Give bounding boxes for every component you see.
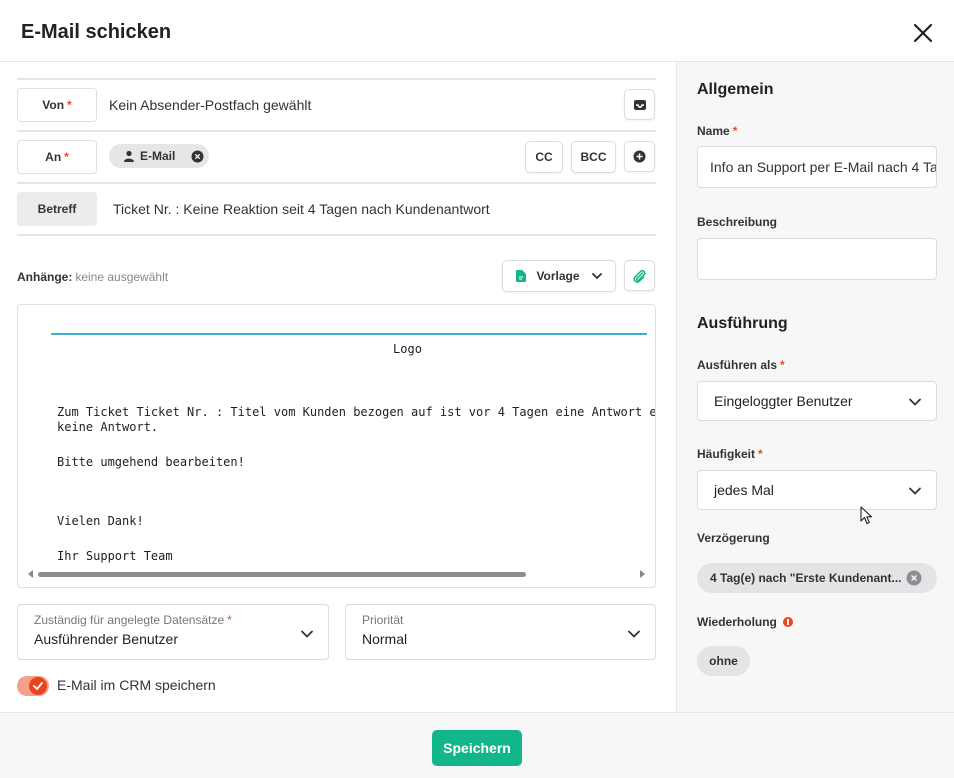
priority-select[interactable]: Priorität Normal — [345, 604, 656, 660]
delay-label: Verzögerung — [697, 531, 770, 545]
repeat-chip[interactable]: ohne — [697, 646, 750, 676]
run-as-select[interactable]: Eingeloggter Benutzer — [697, 381, 937, 421]
priority-caption: Priorität — [362, 613, 404, 627]
template-header-line — [51, 333, 647, 335]
mouse-cursor-icon — [860, 506, 873, 525]
frequency-select[interactable]: jedes Mal — [697, 470, 937, 510]
delay-chip[interactable]: 4 Tag(e) nach "Erste Kundenant... — [697, 563, 937, 593]
chevron-down-icon — [628, 630, 640, 638]
attachments-label: Anhänge: keine ausgewählt — [17, 270, 169, 284]
remove-chip-icon[interactable] — [191, 150, 204, 163]
subject-input[interactable]: Ticket Nr. : Keine Reaktion seit 4 Tagen… — [113, 201, 490, 217]
run-as-value: Eingeloggter Benutzer — [714, 393, 853, 409]
divider — [17, 130, 656, 132]
chevron-down-icon — [301, 630, 313, 638]
attachments-value: keine ausgewählt — [75, 270, 169, 284]
document-icon — [516, 270, 527, 282]
chevron-down-icon — [591, 272, 602, 279]
responsible-caption: Zuständig für angelegte Datensätze * — [34, 613, 232, 627]
body-line: Ihr Support Team — [57, 549, 173, 563]
divider — [17, 234, 656, 236]
inbox-icon — [633, 99, 646, 110]
mailbox-button[interactable] — [624, 89, 655, 120]
recipient-chip-label: E-Mail — [140, 149, 176, 163]
settings-sidebar: Allgemein Name * Info an Support per E-Ma… — [676, 62, 954, 712]
close-icon[interactable] — [910, 20, 936, 46]
toggle-knob — [29, 677, 47, 695]
description-input[interactable] — [697, 238, 937, 280]
info-icon[interactable] — [782, 617, 793, 627]
scrollbar-thumb[interactable] — [38, 572, 526, 577]
name-input[interactable]: Info an Support per E-Mail nach 4 Tagen — [697, 146, 937, 188]
scroll-right-icon[interactable] — [639, 570, 645, 578]
bcc-button[interactable]: BCC — [571, 141, 616, 173]
recipient-chip[interactable]: E-Mail — [109, 144, 209, 168]
divider — [17, 182, 656, 184]
save-button[interactable]: Speichern — [432, 730, 522, 766]
name-label: Name * — [697, 124, 738, 138]
paperclip-icon — [633, 269, 646, 283]
add-recipient-button[interactable] — [624, 141, 655, 172]
priority-value: Normal — [362, 631, 408, 647]
attach-button[interactable] — [624, 260, 655, 291]
body-line: Zum Ticket Ticket Nr. : Titel vom Kunden… — [57, 405, 656, 419]
scroll-left-icon[interactable] — [28, 570, 34, 578]
body-line: Vielen Dank! — [57, 514, 144, 528]
logo-placeholder: Logo — [393, 342, 422, 356]
from-value[interactable]: Kein Absender-Postfach gewählt — [109, 97, 311, 113]
horizontal-scrollbar[interactable] — [18, 567, 655, 579]
dialog-footer: Speichern — [0, 712, 954, 778]
responsible-select[interactable]: Zuständig für angelegte Datensätze * Ausf… — [17, 604, 329, 660]
run-as-label: Ausführen als * — [697, 358, 785, 372]
execution-section-title: Ausführung — [697, 315, 788, 332]
frequency-value: jedes Mal — [714, 482, 774, 498]
check-icon — [33, 682, 43, 690]
person-icon — [124, 150, 134, 162]
remove-chip-icon[interactable] — [906, 570, 922, 586]
from-label: Von * — [17, 88, 97, 122]
dialog-title: E-Mail schicken — [21, 21, 172, 43]
plus-circle-icon — [633, 150, 646, 163]
divider — [17, 78, 656, 80]
chevron-down-icon — [909, 487, 921, 495]
dialog-header: E-Mail schicken — [0, 0, 954, 62]
repeat-label: Wiederholung — [697, 615, 793, 629]
crm-save-label: E-Mail im CRM speichern — [57, 677, 216, 693]
delay-value: 4 Tag(e) nach "Erste Kundenant... — [710, 571, 902, 585]
to-label: An * — [17, 140, 97, 174]
responsible-value: Ausführender Benutzer — [34, 631, 178, 647]
body-line: Bitte umgehend bearbeiten! — [57, 455, 245, 469]
crm-save-toggle[interactable] — [17, 676, 49, 696]
general-section-title: Allgemein — [697, 81, 774, 98]
description-label: Beschreibung — [697, 215, 778, 229]
email-body-editor[interactable]: Logo Zum Ticket Ticket Nr. : Titel vom K… — [17, 304, 656, 588]
chevron-down-icon — [909, 398, 921, 406]
body-line: keine Antwort. — [57, 420, 159, 434]
template-button[interactable]: Vorlage — [502, 260, 616, 292]
subject-label: Betreff — [17, 192, 97, 226]
cc-button[interactable]: CC — [525, 141, 563, 173]
frequency-label: Häufigkeit * — [697, 447, 763, 461]
email-form: Von * Kein Absender-Postfach gewählt An * … — [0, 62, 676, 712]
